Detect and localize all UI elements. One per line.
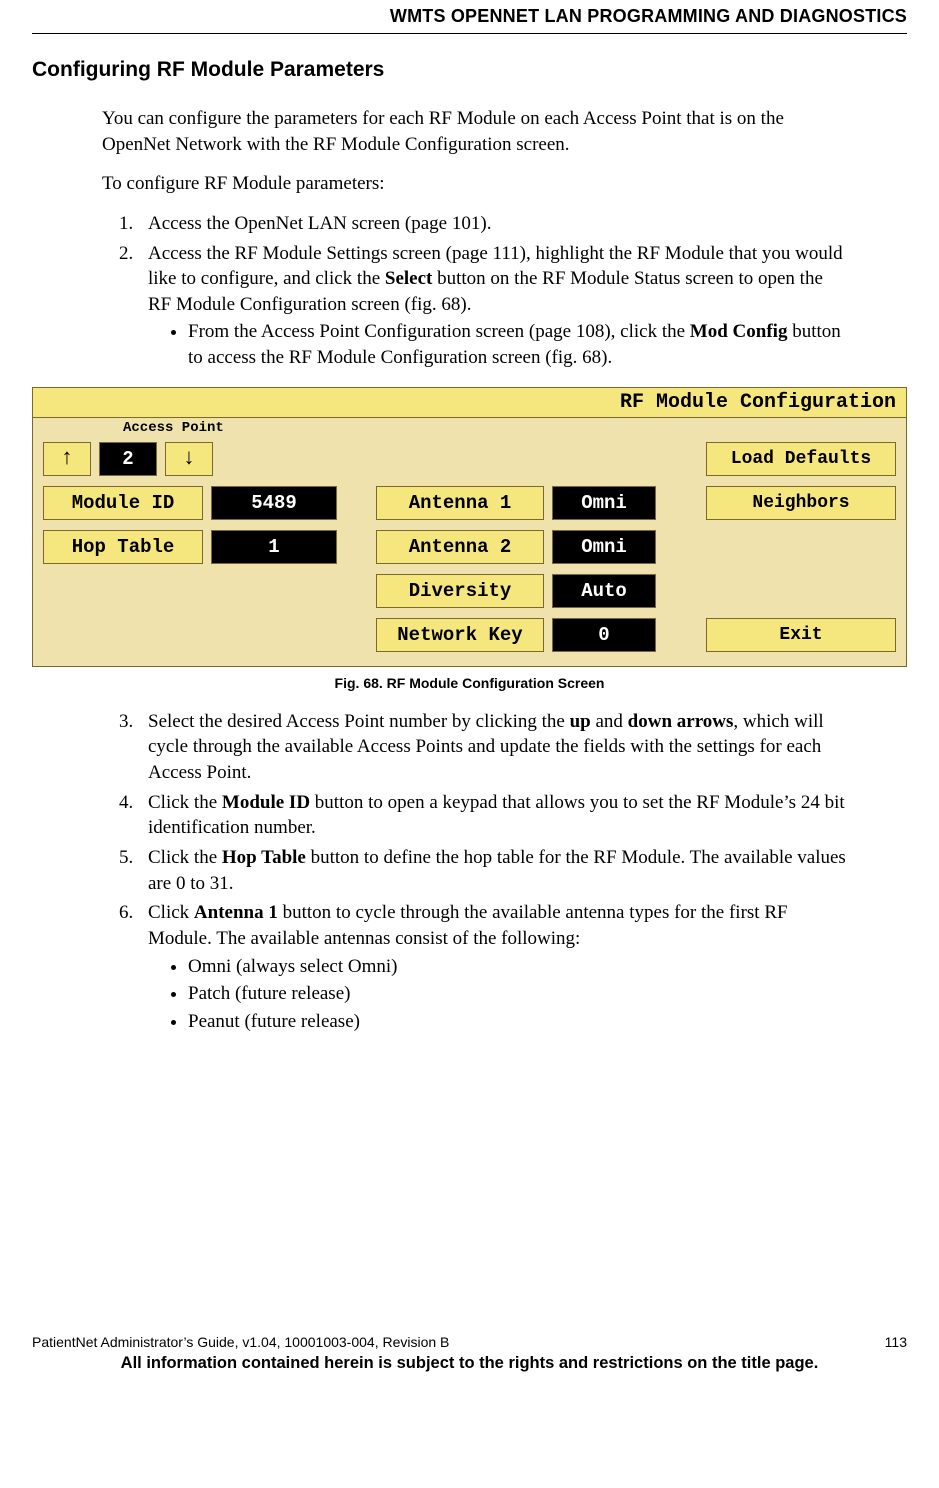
step-2-bold: Select [385, 268, 432, 289]
step-2: Access the RF Module Settings screen (pa… [138, 241, 847, 371]
antenna1-button[interactable]: Antenna 1 [376, 486, 544, 520]
figure-caption: Fig. 68. RF Module Configuration Screen [32, 675, 907, 691]
step-3-bold1: up [570, 711, 591, 732]
module-id-value: 5489 [211, 486, 337, 520]
rf-module-config-panel: RF Module Configuration Access Point ↑ 2… [32, 387, 907, 667]
module-id-button[interactable]: Module ID [43, 486, 203, 520]
network-key-value: 0 [552, 618, 656, 652]
step-5-bold: Hop Table [222, 847, 306, 868]
step-3: Select the desired Access Point number b… [138, 709, 847, 786]
figure-68: RF Module Configuration Access Point ↑ 2… [32, 387, 907, 691]
page-footer: PatientNet Administrator’s Guide, v1.04,… [32, 1334, 907, 1350]
step-5: Click the Hop Table button to define the… [138, 845, 847, 896]
step-2-sublist: From the Access Point Configuration scre… [148, 319, 847, 370]
panel-title: RF Module Configuration [33, 388, 906, 418]
step-6-bold: Antenna 1 [194, 902, 278, 923]
ap-down-button[interactable]: ↓ [165, 442, 213, 476]
step-2-sub-bold: Mod Config [690, 321, 788, 342]
step-2-sub-1: From the Access Point Configuration scre… [188, 319, 847, 370]
step-3-mid: and [591, 711, 628, 732]
step-6-sublist: Omni (always select Omni) Patch (future … [148, 954, 847, 1035]
step-4a: Click the [148, 792, 222, 813]
step-3-bold2: down arrows [628, 711, 734, 732]
ap-value: 2 [99, 442, 157, 476]
step-3a: Select the desired Access Point number b… [148, 711, 570, 732]
section-title: Configuring RF Module Parameters [32, 58, 907, 82]
diversity-value: Auto [552, 574, 656, 608]
ap-up-button[interactable]: ↑ [43, 442, 91, 476]
step-6: Click Antenna 1 button to cycle through … [138, 900, 847, 1034]
antenna2-value: Omni [552, 530, 656, 564]
network-key-button[interactable]: Network Key [376, 618, 544, 652]
header-rule [32, 33, 907, 34]
diversity-button[interactable]: Diversity [376, 574, 544, 608]
step-4-bold: Module ID [222, 792, 310, 813]
footer-rights: All information contained herein is subj… [32, 1354, 907, 1373]
running-header: WMTS OPENNET LAN PROGRAMMING AND DIAGNOS… [32, 6, 907, 27]
hop-table-button[interactable]: Hop Table [43, 530, 203, 564]
antenna1-value: Omni [552, 486, 656, 520]
intro-paragraph-2: To configure RF Module parameters: [102, 171, 847, 197]
footer-page-number: 113 [885, 1334, 907, 1350]
exit-button[interactable]: Exit [706, 618, 896, 652]
step-5a: Click the [148, 847, 222, 868]
step-1: Access the OpenNet LAN screen (page 101)… [138, 211, 847, 237]
step-6a: Click [148, 902, 194, 923]
hop-table-value: 1 [211, 530, 337, 564]
footer-left: PatientNet Administrator’s Guide, v1.04,… [32, 1334, 449, 1350]
load-defaults-button[interactable]: Load Defaults [706, 442, 896, 476]
step-6-sub-3: Peanut (future release) [188, 1009, 847, 1035]
intro-paragraph-1: You can configure the parameters for eac… [102, 106, 847, 157]
antenna2-button[interactable]: Antenna 2 [376, 530, 544, 564]
step-4: Click the Module ID button to open a key… [138, 790, 847, 841]
steps-list-a: Access the OpenNet LAN screen (page 101)… [102, 211, 847, 371]
neighbors-button[interactable]: Neighbors [706, 486, 896, 520]
steps-list-b: Select the desired Access Point number b… [102, 709, 847, 1035]
step-6-sub-1: Omni (always select Omni) [188, 954, 847, 980]
step-2-sub-1a: From the Access Point Configuration scre… [188, 321, 690, 342]
step-6-sub-2: Patch (future release) [188, 981, 847, 1007]
access-point-label: Access Point [123, 420, 224, 436]
